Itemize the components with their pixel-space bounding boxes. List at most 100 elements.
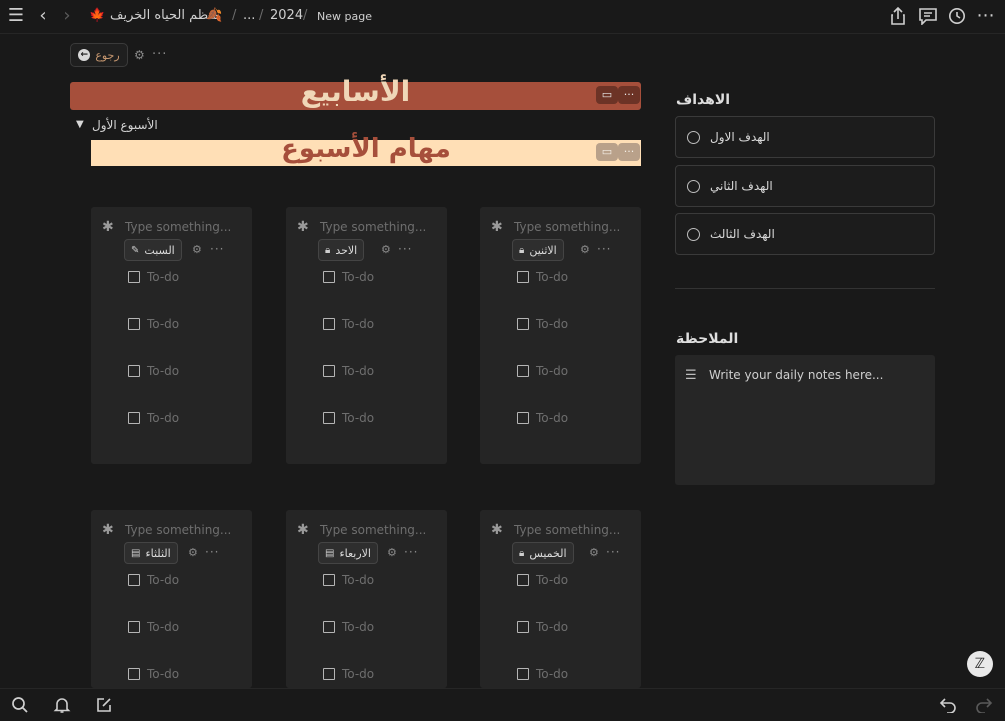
settings-gear-icon[interactable]: ⚙ [192, 243, 202, 256]
checkbox[interactable] [128, 621, 140, 633]
settings-gear-icon[interactable]: ⚙ [134, 48, 145, 62]
day-button[interactable]: 🔒︎ الاثنين [512, 239, 564, 261]
day-button[interactable]: 🔒︎ الاحد [318, 239, 365, 261]
goal-item[interactable]: الهدف الاول [675, 116, 935, 158]
day-button[interactable]: ▤ الاربعاء [318, 542, 378, 564]
checkbox[interactable] [323, 668, 335, 680]
todo-item[interactable]: To-do [517, 573, 568, 587]
checkbox[interactable] [323, 574, 335, 586]
more-dots-icon[interactable]: ··· [205, 545, 219, 559]
more-dots-icon[interactable]: ··· [404, 545, 418, 559]
breadcrumb-year[interactable]: 2024 [270, 8, 303, 23]
settings-gear-icon[interactable]: ⚙ [387, 546, 397, 559]
more-dots-icon[interactable]: ··· [597, 242, 611, 256]
search-icon[interactable] [11, 696, 29, 718]
todo-item[interactable]: To-do [517, 667, 568, 681]
more-dots-icon[interactable]: ··· [606, 545, 620, 559]
todo-item[interactable]: To-do [323, 317, 374, 331]
checkbox[interactable] [323, 621, 335, 633]
checkbox[interactable] [128, 668, 140, 680]
menu-icon[interactable]: ☰ [5, 0, 27, 32]
card-placeholder[interactable]: Type something... [514, 523, 620, 537]
card-placeholder[interactable]: Type something... [320, 523, 426, 537]
todo-item[interactable]: To-do [128, 573, 179, 587]
back-arrow-icon[interactable]: ‹ [34, 0, 52, 32]
forward-arrow-icon[interactable]: › [58, 0, 76, 32]
card-placeholder[interactable]: Type something... [125, 220, 231, 234]
toggle-triangle-icon[interactable]: ▼ [76, 119, 84, 130]
checkbox[interactable] [517, 668, 529, 680]
history-icon[interactable] [948, 7, 966, 29]
comments-icon[interactable] [918, 7, 938, 29]
undo-icon[interactable] [939, 697, 957, 717]
settings-gear-icon[interactable]: ⚙ [580, 243, 590, 256]
bell-icon[interactable] [53, 696, 71, 718]
settings-gear-icon[interactable]: ⚙ [589, 546, 599, 559]
todo-item[interactable]: To-do [323, 270, 374, 284]
card-placeholder[interactable]: Type something... [514, 220, 620, 234]
todo-item[interactable]: To-do [128, 317, 179, 331]
todo-item[interactable]: To-do [128, 364, 179, 378]
help-assistant-icon[interactable]: ℤ [967, 651, 993, 677]
checkbox[interactable] [128, 574, 140, 586]
checkbox[interactable] [517, 574, 529, 586]
todo-item[interactable]: To-do [517, 620, 568, 634]
breadcrumb-page-title[interactable]: منظم الحياه الخريف [110, 8, 219, 23]
comment-icon[interactable]: ▭ [596, 86, 618, 104]
checkbox[interactable] [517, 271, 529, 283]
todo-item[interactable]: To-do [323, 411, 374, 425]
todo-item[interactable]: To-do [128, 620, 179, 634]
checkbox[interactable] [517, 412, 529, 424]
goal-item[interactable]: الهدف الثاني [675, 165, 935, 207]
settings-gear-icon[interactable]: ⚙ [188, 546, 198, 559]
card-placeholder[interactable]: Type something... [320, 220, 426, 234]
todo-item[interactable]: To-do [323, 620, 374, 634]
breadcrumb-ellipsis[interactable]: ... [243, 8, 255, 23]
todo-item[interactable]: To-do [323, 364, 374, 378]
checkbox[interactable] [323, 271, 335, 283]
checkbox[interactable] [517, 365, 529, 377]
checkbox[interactable] [323, 365, 335, 377]
todo-item[interactable]: To-do [517, 317, 568, 331]
checkbox[interactable] [128, 365, 140, 377]
more-icon[interactable]: ⋯ [976, 0, 996, 32]
breadcrumb-current[interactable]: New page [317, 10, 372, 23]
back-button[interactable]: ← رجوع [70, 43, 128, 67]
comment-icon[interactable]: ▭ [596, 143, 618, 161]
checkbox[interactable] [517, 318, 529, 330]
todo-item[interactable]: To-do [128, 411, 179, 425]
share-icon[interactable] [888, 6, 908, 30]
todo-item[interactable]: To-do [517, 364, 568, 378]
more-dots-icon[interactable]: ··· [618, 143, 640, 161]
todo-item[interactable]: To-do [128, 270, 179, 284]
toggle-label[interactable]: الأسبوع الأول [92, 118, 158, 132]
radio-circle-icon[interactable] [687, 180, 700, 193]
more-dots-icon[interactable]: ··· [398, 242, 412, 256]
goal-item[interactable]: الهدف الثالث [675, 213, 935, 255]
settings-gear-icon[interactable]: ⚙ [381, 243, 391, 256]
todo-item[interactable]: To-do [323, 573, 374, 587]
day-button[interactable]: ✎ السبت [124, 239, 182, 261]
redo-icon[interactable] [975, 697, 993, 717]
checkbox[interactable] [128, 412, 140, 424]
todo-item[interactable]: To-do [128, 667, 179, 681]
todo-item[interactable]: To-do [517, 270, 568, 284]
checkbox[interactable] [323, 318, 335, 330]
day-button[interactable]: ▤ الثلثاء [124, 542, 178, 564]
more-dots-icon[interactable]: ··· [152, 47, 167, 62]
checkbox[interactable] [517, 621, 529, 633]
checkbox[interactable] [323, 412, 335, 424]
more-dots-icon[interactable]: ··· [618, 86, 640, 104]
more-dots-icon[interactable]: ··· [210, 242, 224, 256]
todo-item[interactable]: To-do [517, 411, 568, 425]
checkbox[interactable] [128, 318, 140, 330]
todo-item[interactable]: To-do [323, 667, 374, 681]
day-button[interactable]: 🔒︎ الخميس [512, 542, 574, 564]
checkbox[interactable] [128, 271, 140, 283]
compose-icon[interactable] [95, 696, 113, 718]
card-placeholder[interactable]: Type something... [125, 523, 231, 537]
day-label: الخميس [529, 546, 567, 560]
radio-circle-icon[interactable] [687, 228, 700, 241]
radio-circle-icon[interactable] [687, 131, 700, 144]
notes-input[interactable]: ☰ Write your daily notes here... [675, 355, 935, 485]
